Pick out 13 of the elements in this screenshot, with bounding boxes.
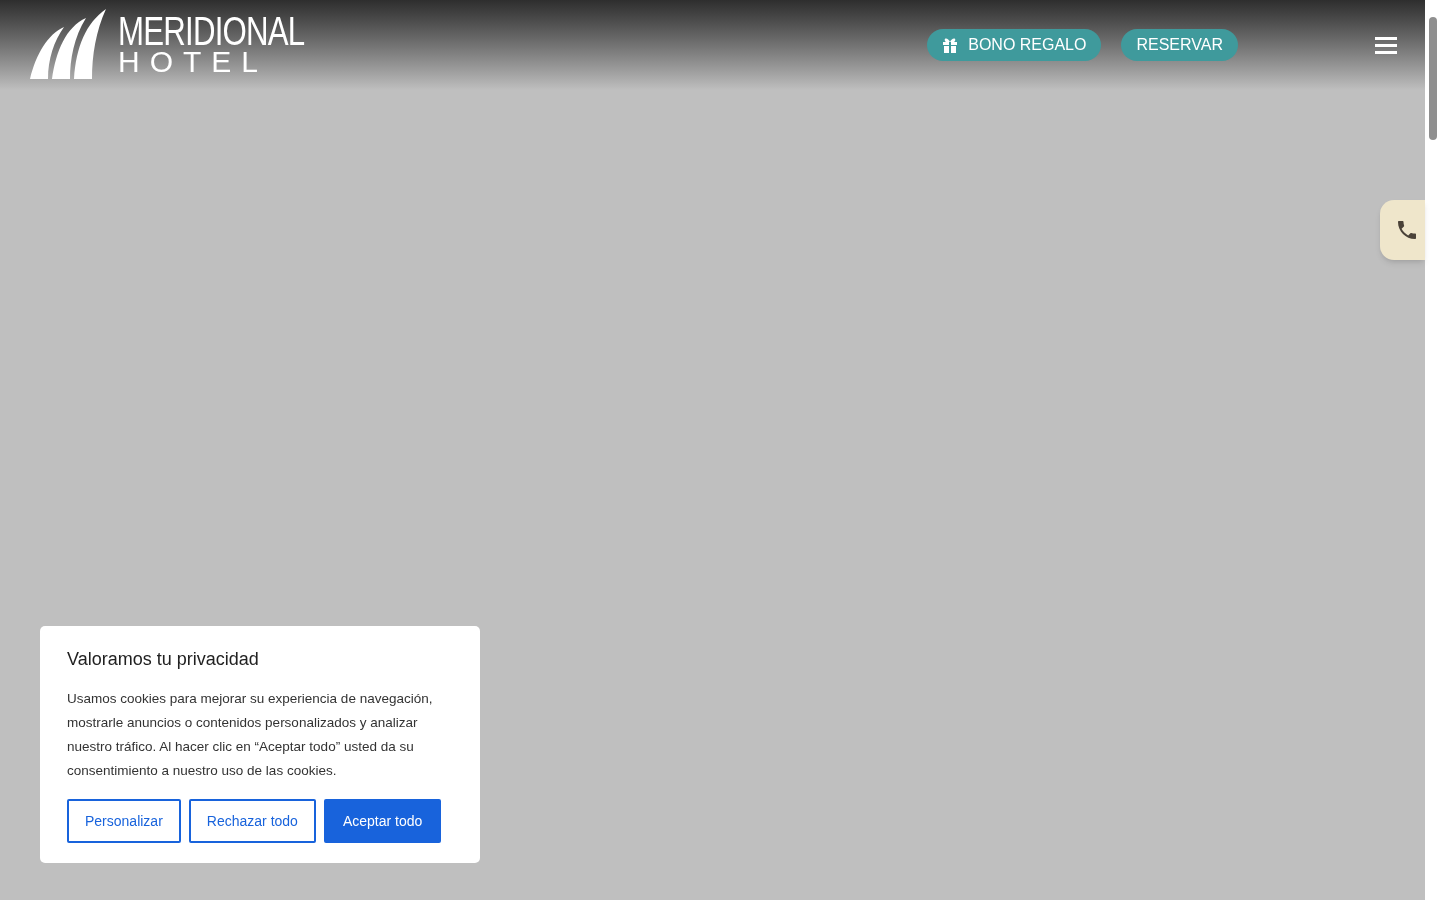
sail-icon [30, 9, 106, 79]
accept-button[interactable]: Aceptar todo [323, 799, 442, 843]
reject-button[interactable]: Rechazar todo [188, 799, 316, 843]
banner-text: Usamos cookies para mejorar su experiencia de navegación, mostrarle anuncios o contenidos personalizados y analizar nuestro tráfico. Al hacer clic en “Aceptar todo” usted da su consentimiento a nuestro uso de las cookies. [67, 690, 434, 780]
gift-voucher-button[interactable]: BONO REGALO [927, 29, 1102, 61]
customize-button[interactable]: Personalizar [67, 799, 181, 843]
hotel-logo[interactable]: MERIDIONAL HOTEL [30, 9, 357, 79]
banner-title: Valoramos tu privacidad [67, 648, 260, 671]
phone-button[interactable] [1380, 200, 1425, 260]
gift-icon [942, 37, 959, 53]
scrollbar[interactable] [1425, 0, 1440, 900]
menu-icon[interactable] [1375, 36, 1397, 54]
book-button[interactable]: RESERVAR [1121, 29, 1238, 61]
